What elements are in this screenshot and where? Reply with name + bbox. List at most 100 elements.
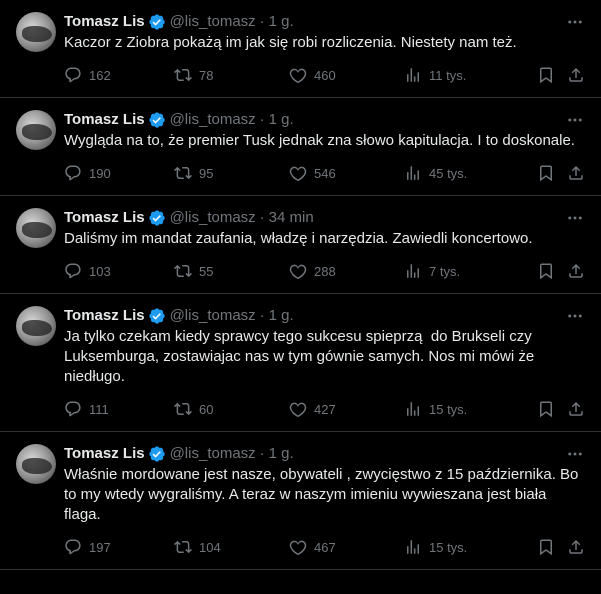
tweet-secondary-actions	[537, 538, 585, 556]
tweet-header: Tomasz Lis @lis_tomasz · 1 g.	[64, 306, 585, 326]
avatar[interactable]	[16, 444, 56, 484]
views-count: 15 tys.	[429, 539, 468, 555]
views-button[interactable]: 11 tys.	[404, 66, 514, 84]
reply-button[interactable]: 111	[64, 400, 174, 418]
like-button[interactable]: 460	[289, 66, 404, 84]
tweet-content: Tomasz Lis @lis_tomasz · 1 g. Ja tylko c…	[64, 306, 585, 419]
author-handle[interactable]: @lis_tomasz	[170, 306, 256, 326]
author-name[interactable]: Tomasz Lis	[64, 12, 145, 32]
tweet-actions: 190 95 546 45 tys.	[64, 163, 585, 183]
tweet-secondary-actions	[537, 262, 585, 280]
verified-badge-icon	[148, 14, 165, 30]
author-name[interactable]: Tomasz Lis	[64, 110, 145, 130]
tweet-actions: 103 55 288 7 tys.	[64, 261, 585, 281]
retweet-button[interactable]: 104	[174, 538, 289, 556]
author-handle[interactable]: @lis_tomasz	[170, 208, 256, 228]
verified-badge-icon	[148, 210, 165, 226]
tweet-secondary-actions	[537, 66, 585, 84]
separator-dot: ·	[259, 13, 265, 30]
tweet[interactable]: Tomasz Lis @lis_tomasz · 1 g. Ja tylko c…	[0, 294, 601, 432]
avatar[interactable]	[16, 306, 56, 346]
reply-button[interactable]: 103	[64, 262, 174, 280]
more-icon[interactable]	[565, 12, 585, 32]
views-count: 7 tys.	[429, 263, 461, 279]
separator-dot: ·	[259, 307, 265, 324]
views-chart-icon	[407, 402, 419, 416]
share-button[interactable]	[567, 262, 585, 280]
reply-count: 197	[89, 539, 111, 555]
more-icon[interactable]	[565, 444, 585, 464]
views-button[interactable]: 15 tys.	[404, 400, 514, 418]
bookmark-button[interactable]	[537, 164, 555, 182]
timestamp[interactable]: 1 g.	[269, 444, 294, 464]
share-button[interactable]	[567, 164, 585, 182]
more-icon[interactable]	[565, 306, 585, 326]
author-name[interactable]: Tomasz Lis	[64, 306, 145, 326]
share-button[interactable]	[567, 400, 585, 418]
bookmark-button[interactable]	[537, 400, 555, 418]
like-count: 467	[314, 539, 336, 555]
bookmark-button[interactable]	[537, 262, 555, 280]
views-button[interactable]: 7 tys.	[404, 262, 514, 280]
retweet-button[interactable]: 55	[174, 262, 289, 280]
heart-icon	[289, 264, 307, 280]
tweet[interactable]: Tomasz Lis @lis_tomasz · 1 g. Wygląda na…	[0, 98, 601, 196]
views-button[interactable]: 45 tys.	[404, 164, 514, 182]
tweet-content: Tomasz Lis @lis_tomasz · 1 g. Właśnie mo…	[64, 444, 585, 557]
avatar[interactable]	[16, 208, 56, 248]
author-name[interactable]: Tomasz Lis	[64, 444, 145, 464]
reply-button[interactable]: 190	[64, 164, 174, 182]
author-handle[interactable]: @lis_tomasz	[170, 110, 256, 130]
timestamp[interactable]: 1 g.	[269, 110, 294, 130]
reply-count: 111	[89, 401, 109, 417]
author-handle[interactable]: @lis_tomasz	[170, 12, 256, 32]
like-count: 546	[314, 165, 336, 181]
retweet-button[interactable]: 78	[174, 66, 289, 84]
views-count: 45 tys.	[429, 165, 468, 181]
retweet-icon	[174, 68, 192, 82]
bookmark-button[interactable]	[537, 66, 555, 84]
like-button[interactable]: 546	[289, 164, 404, 182]
like-count: 427	[314, 401, 336, 417]
separator-dot: ·	[259, 209, 265, 226]
retweet-count: 55	[199, 263, 214, 279]
tweet[interactable]: Tomasz Lis @lis_tomasz · 1 g. Właśnie mo…	[0, 432, 601, 570]
more-icon[interactable]	[565, 110, 585, 130]
reply-button[interactable]: 197	[64, 538, 174, 556]
retweet-icon	[174, 264, 192, 278]
avatar[interactable]	[16, 12, 56, 52]
reply-button[interactable]: 162	[64, 66, 174, 84]
more-icon[interactable]	[565, 208, 585, 228]
tweet-content: Tomasz Lis @lis_tomasz · 1 g. Wygląda na…	[64, 110, 585, 183]
views-chart-icon	[407, 166, 419, 180]
tweet-header: Tomasz Lis @lis_tomasz · 1 g.	[64, 110, 585, 130]
timestamp[interactable]: 1 g.	[269, 306, 294, 326]
views-button[interactable]: 15 tys.	[404, 538, 514, 556]
tweet-content: Tomasz Lis @lis_tomasz · 1 g. Kaczor z Z…	[64, 12, 585, 85]
retweet-button[interactable]: 95	[174, 164, 289, 182]
like-button[interactable]: 427	[289, 400, 404, 418]
tweet[interactable]: Tomasz Lis @lis_tomasz · 1 g. Kaczor z Z…	[0, 0, 601, 98]
reply-icon	[65, 401, 81, 417]
tweet[interactable]: Tomasz Lis @lis_tomasz · 34 min Daliśmy …	[0, 196, 601, 294]
author-name[interactable]: Tomasz Lis	[64, 208, 145, 228]
timestamp[interactable]: 34 min	[269, 208, 314, 228]
views-chart-icon	[407, 264, 419, 278]
author-handle[interactable]: @lis_tomasz	[170, 444, 256, 464]
avatar[interactable]	[16, 110, 56, 150]
bookmark-button[interactable]	[537, 538, 555, 556]
share-button[interactable]	[567, 66, 585, 84]
like-button[interactable]: 288	[289, 262, 404, 280]
like-button[interactable]: 467	[289, 538, 404, 556]
retweet-button[interactable]: 60	[174, 400, 289, 418]
retweet-icon	[174, 166, 192, 180]
heart-icon	[289, 68, 307, 84]
retweet-icon	[174, 540, 192, 554]
tweet-text: Wygląda na to, że premier Tusk jednak zn…	[64, 132, 575, 149]
tweet-header: Tomasz Lis @lis_tomasz · 1 g.	[64, 444, 585, 464]
tweet-feed: Tomasz Lis @lis_tomasz · 1 g. Kaczor z Z…	[0, 0, 601, 570]
timestamp[interactable]: 1 g.	[269, 12, 294, 32]
verified-badge-icon	[148, 112, 165, 128]
bookmark-icon	[540, 401, 552, 418]
share-button[interactable]	[567, 538, 585, 556]
